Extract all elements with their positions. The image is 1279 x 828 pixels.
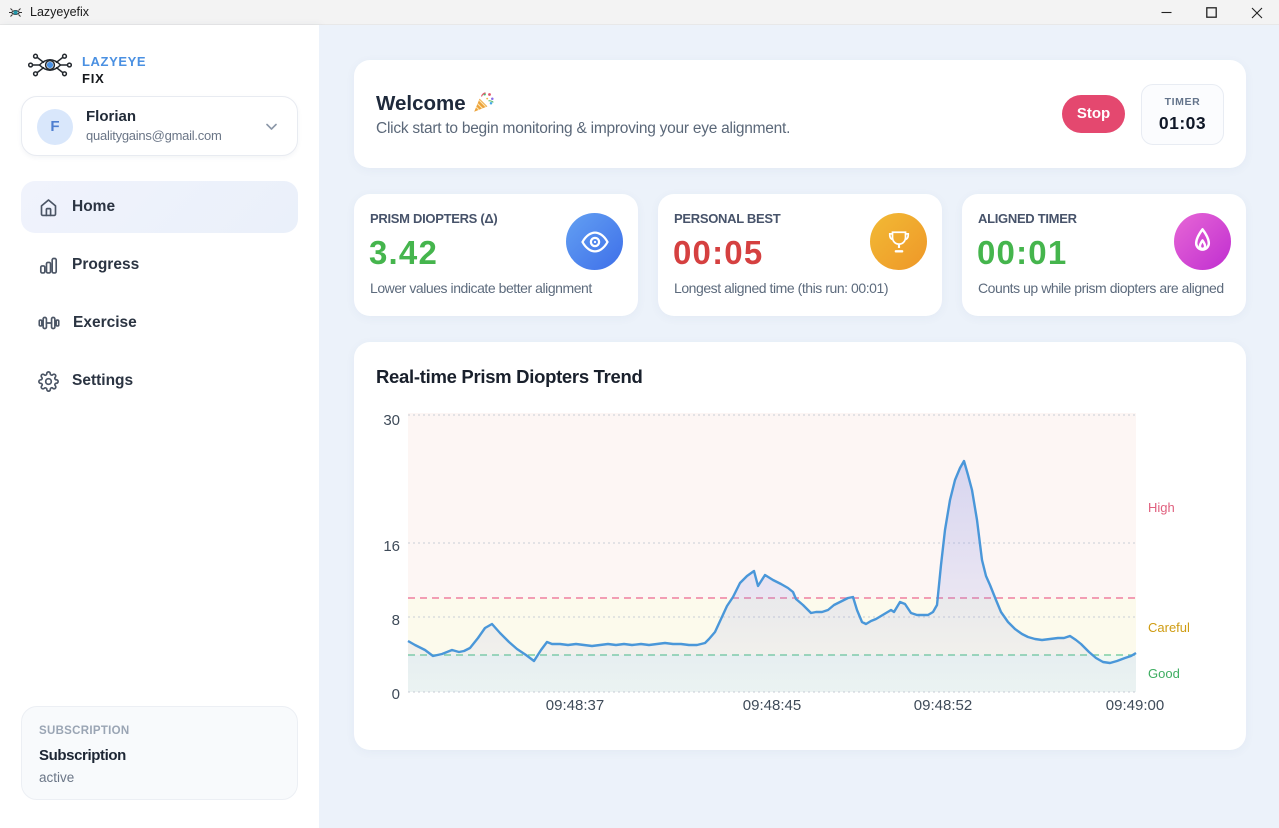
svg-text:09:48:52: 09:48:52 bbox=[914, 697, 972, 714]
svg-text:09:48:37: 09:48:37 bbox=[546, 697, 604, 714]
svg-text:Good: Good bbox=[1148, 666, 1180, 681]
svg-text:Careful: Careful bbox=[1148, 620, 1190, 635]
svg-text:16: 16 bbox=[383, 538, 400, 555]
svg-text:0: 0 bbox=[392, 686, 400, 703]
svg-text:High: High bbox=[1148, 500, 1175, 515]
svg-text:09:49:00: 09:49:00 bbox=[1106, 697, 1164, 714]
svg-text:8: 8 bbox=[392, 612, 400, 629]
svg-text:09:48:45: 09:48:45 bbox=[743, 697, 801, 714]
svg-text:30: 30 bbox=[383, 412, 400, 429]
